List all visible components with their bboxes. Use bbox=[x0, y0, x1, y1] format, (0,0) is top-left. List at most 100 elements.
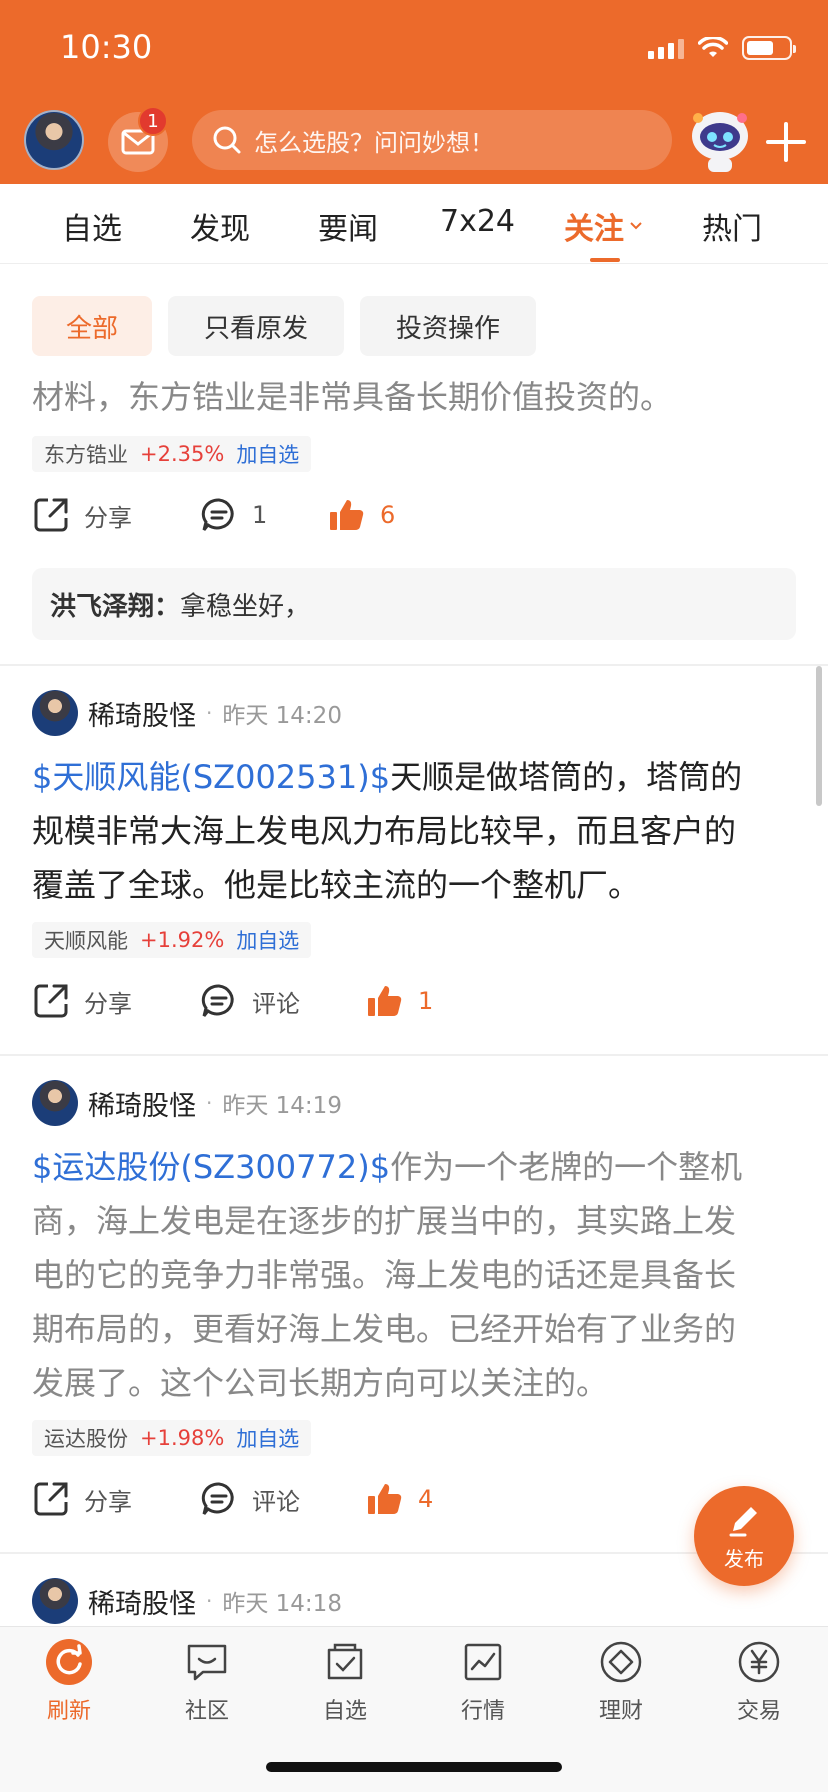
mail-badge: 1 bbox=[138, 106, 168, 136]
divider bbox=[0, 664, 828, 666]
scrollbar[interactable] bbox=[816, 666, 822, 806]
comment-icon bbox=[201, 984, 234, 1017]
post-header: 稀琦股怪 · 昨天 14:20 bbox=[32, 688, 342, 738]
separator-dot: · bbox=[206, 1589, 213, 1613]
wealth-icon bbox=[596, 1637, 646, 1687]
nav-label: 交易 bbox=[736, 1699, 781, 1724]
stock-link[interactable]: $运达股份(SZ300772)$ bbox=[32, 1148, 390, 1186]
nav-trade[interactable]: 交易 bbox=[690, 1627, 828, 1725]
share-button[interactable]: 分享 bbox=[32, 496, 132, 534]
cellular-signal-icon bbox=[648, 37, 684, 59]
tab-7x24[interactable]: 7x24 bbox=[440, 204, 515, 239]
publish-button[interactable]: 发布 bbox=[694, 1486, 794, 1586]
post-text-line2: 规模非常大海上发电风力布局比较早，而且客户的 bbox=[32, 812, 737, 850]
avatar[interactable] bbox=[32, 1080, 78, 1126]
like-button[interactable]: 4 bbox=[366, 1480, 433, 1518]
comment-icon bbox=[201, 1482, 234, 1515]
share-icon bbox=[34, 984, 68, 1018]
post-text-line1: 天顺是做塔筒的，塔筒的 bbox=[390, 758, 743, 796]
comment-count: 1 bbox=[252, 501, 268, 529]
nav-refresh[interactable]: 刷新 bbox=[0, 1627, 138, 1725]
reply-text: 拿稳坐好， bbox=[180, 591, 311, 622]
post-text-line2: 商，海上发电是在逐步的扩展当中的，其实路上发 bbox=[32, 1202, 737, 1240]
tab-hot[interactable]: 热门 bbox=[702, 204, 762, 248]
reply-preview[interactable]: 洪飞泽翔： 拿稳坐好， bbox=[32, 568, 796, 640]
stock-tag[interactable]: 天顺风能 +1.92% 加自选 bbox=[32, 922, 312, 958]
nav-market[interactable]: 行情 bbox=[414, 1627, 552, 1725]
post-text-line4: 期布局的，更看好海上发电。已经开始有了业务的 bbox=[32, 1310, 737, 1348]
add-watchlist-link[interactable]: 加自选 bbox=[236, 1423, 299, 1453]
tab-discover[interactable]: 发现 bbox=[190, 204, 250, 248]
avatar[interactable] bbox=[32, 690, 78, 736]
filter-original[interactable]: 只看原发 bbox=[168, 296, 344, 356]
stock-tag-name: 天顺风能 bbox=[44, 929, 128, 953]
separator-dot: · bbox=[206, 1091, 213, 1115]
post-text[interactable]: 材料，东方锆业是非常具备长期价值投资的。 bbox=[32, 370, 792, 424]
comment-button[interactable]: 评论 bbox=[200, 1480, 300, 1518]
post-header: 稀琦股怪 · 昨天 14:19 bbox=[32, 1078, 342, 1128]
tab-following-label: 关注 bbox=[564, 212, 624, 247]
robot-assistant-icon[interactable] bbox=[686, 104, 754, 174]
comment-button[interactable]: 1 bbox=[200, 496, 267, 534]
tab-news[interactable]: 要闻 bbox=[318, 204, 378, 248]
stock-tag[interactable]: 东方锆业 +2.35% 加自选 bbox=[32, 436, 312, 472]
watchlist-icon bbox=[320, 1637, 370, 1687]
post-actions: 分享 评论 1 bbox=[32, 982, 792, 1032]
reply-author: 洪飞泽翔： bbox=[50, 591, 181, 622]
post-time: 昨天 14:20 bbox=[222, 703, 342, 729]
trade-icon bbox=[734, 1637, 784, 1687]
avatar[interactable] bbox=[32, 1578, 78, 1624]
share-label: 分享 bbox=[84, 989, 132, 1018]
like-count: 6 bbox=[380, 501, 396, 529]
add-watchlist-link[interactable]: 加自选 bbox=[236, 439, 299, 469]
post-text-line3: 覆盖了全球。他是比较主流的一个整机厂。 bbox=[32, 866, 641, 904]
comment-button[interactable]: 评论 bbox=[200, 982, 300, 1020]
market-icon bbox=[458, 1637, 508, 1687]
filter-all[interactable]: 全部 bbox=[32, 296, 152, 356]
community-icon bbox=[182, 1637, 232, 1687]
like-count: 1 bbox=[418, 987, 434, 1015]
like-count: 4 bbox=[418, 1485, 434, 1513]
stock-tag[interactable]: 运达股份 +1.98% 加自选 bbox=[32, 1420, 312, 1456]
thumbs-up-icon bbox=[368, 1484, 402, 1514]
post-text[interactable]: $运达股份(SZ300772)$作为一个老牌的一个整机 商，海上发电是在逐步的扩… bbox=[32, 1140, 792, 1410]
tab-following[interactable]: 关注 bbox=[564, 204, 644, 248]
filter-investment[interactable]: 投资操作 bbox=[360, 296, 536, 356]
user-avatar[interactable] bbox=[24, 110, 84, 170]
tab-watchlist[interactable]: 自选 bbox=[62, 204, 122, 248]
nav-community[interactable]: 社区 bbox=[138, 1627, 276, 1725]
nav-watchlist[interactable]: 自选 bbox=[276, 1627, 414, 1725]
post-text[interactable]: $天顺风能(SZ002531)$天顺是做塔筒的，塔筒的 规模非常大海上发电风力布… bbox=[32, 750, 792, 912]
chevron-down-icon bbox=[630, 222, 642, 230]
nav-label: 理财 bbox=[598, 1699, 643, 1724]
share-label: 分享 bbox=[84, 1487, 132, 1516]
search-placeholder: 怎么选股？问问妙想！ bbox=[254, 128, 494, 157]
share-icon bbox=[34, 498, 68, 532]
like-button[interactable]: 1 bbox=[366, 982, 433, 1020]
nav-label: 行情 bbox=[460, 1699, 505, 1724]
search-input[interactable]: 怎么选股？问问妙想！ bbox=[192, 110, 672, 170]
like-button[interactable]: 6 bbox=[328, 496, 395, 534]
publish-label: 发布 bbox=[724, 1546, 764, 1571]
add-watchlist-link[interactable]: 加自选 bbox=[236, 925, 299, 955]
post-text-line5: 发展了。这个公司长期方向可以关注的。 bbox=[32, 1364, 609, 1402]
stock-tag-change: +1.98% bbox=[140, 1426, 225, 1450]
share-button[interactable]: 分享 bbox=[32, 1480, 132, 1518]
share-button[interactable]: 分享 bbox=[32, 982, 132, 1020]
battery-icon bbox=[742, 36, 796, 60]
plus-icon[interactable] bbox=[762, 118, 810, 166]
nav-wealth[interactable]: 理财 bbox=[552, 1627, 690, 1725]
post-username[interactable]: 稀琦股怪 bbox=[88, 1084, 196, 1123]
home-indicator[interactable] bbox=[266, 1762, 562, 1772]
stock-link[interactable]: $天顺风能(SZ002531)$ bbox=[32, 758, 390, 796]
nav-label: 刷新 bbox=[46, 1699, 91, 1724]
post-username[interactable]: 稀琦股怪 bbox=[88, 1582, 196, 1621]
post-actions: 分享 评论 4 bbox=[32, 1480, 792, 1530]
app-screen: 10:30 1 怎么选股？问问妙想！ 自选 发现 要闻 7x24 关注 热门 全… bbox=[0, 0, 828, 1792]
status-icons bbox=[648, 36, 796, 60]
stock-tag-name: 东方锆业 bbox=[44, 443, 128, 467]
stock-tag-change: +2.35% bbox=[140, 442, 225, 466]
post-username[interactable]: 稀琦股怪 bbox=[88, 694, 196, 733]
pencil-icon bbox=[729, 1506, 757, 1536]
post-time: 昨天 14:18 bbox=[222, 1591, 342, 1617]
